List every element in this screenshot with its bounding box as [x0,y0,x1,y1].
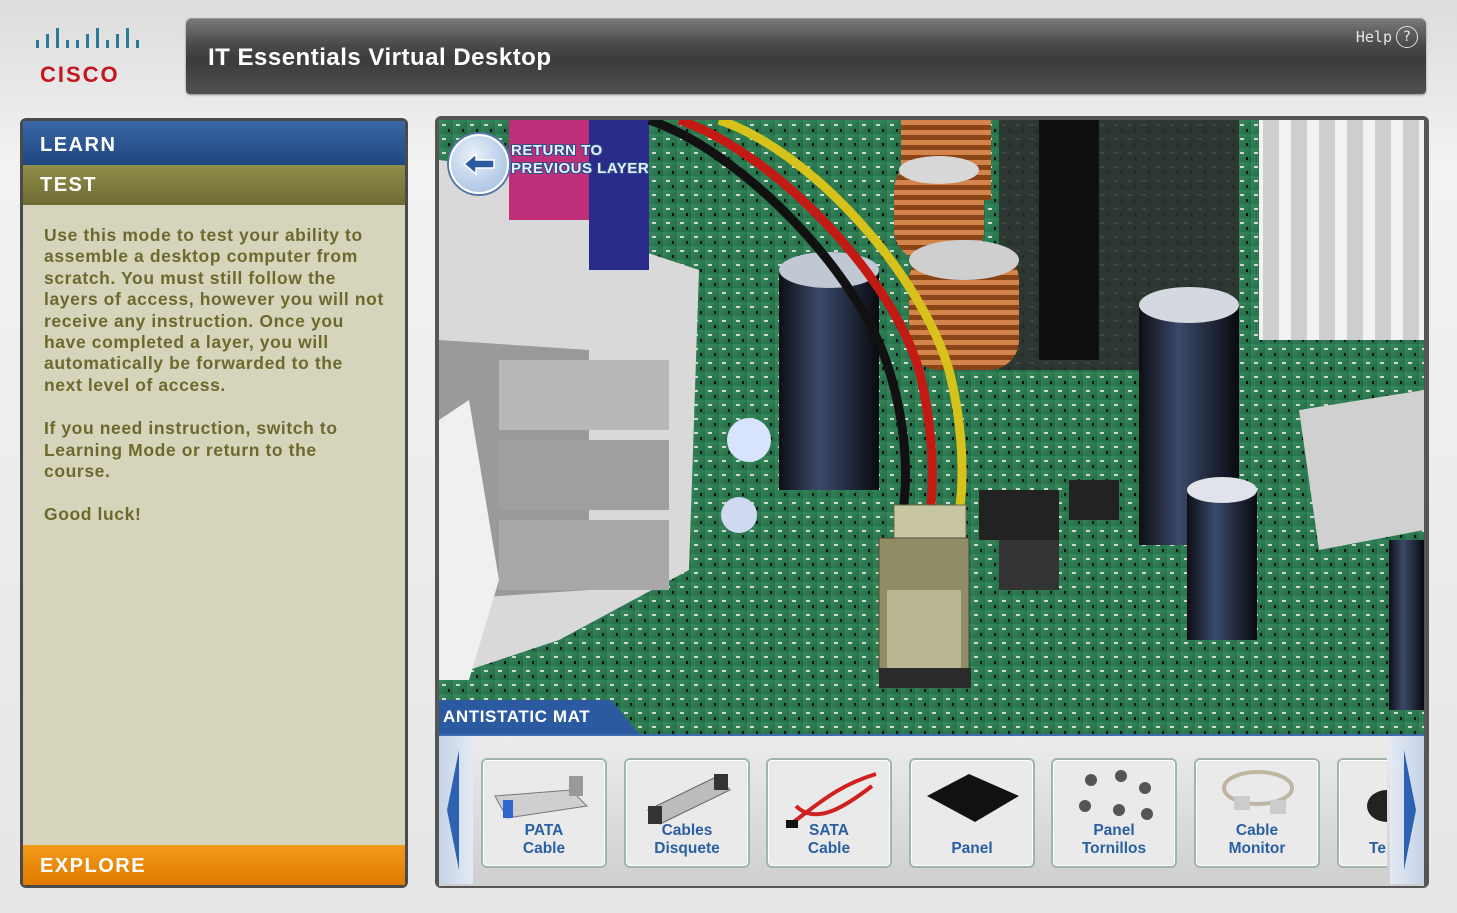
tray-item-label: Cable Monitor [1228,822,1286,857]
tray-item-label: PATA Cable [522,822,566,857]
tray-item-label: Cables Disquete [654,822,720,857]
help-label: Help [1355,28,1392,46]
tray-item-label: SATA Cable [807,822,851,857]
tray-item-label: Te [1369,840,1386,857]
tray-items: PATA Cable Cables Disquete SATA Cable Pa… [481,758,1387,868]
tray-item-label: Panel [951,840,993,857]
tray-scroll-right[interactable] [1390,736,1424,884]
help-button[interactable]: Help ? [1356,26,1418,48]
tray-item-keyboard[interactable]: Te [1337,758,1387,868]
mode-panel: LEARN TEST Use this mode to test your ab… [20,118,408,888]
description-paragraph: Use this mode to test your ability to as… [44,225,384,395]
chevron-left-icon [447,750,459,870]
back-arrow-icon [462,152,495,176]
test-mode-description: Use this mode to test your ability to as… [23,205,405,845]
tray-item-monitor-cable[interactable]: Cable Monitor [1194,758,1320,868]
app-title: IT Essentials Virtual Desktop [208,44,552,71]
tray-item-pata-cable[interactable]: PATA Cable [481,758,607,868]
help-icon: ? [1396,26,1418,48]
tray-scroll-left[interactable] [439,736,473,884]
tab-test[interactable]: TEST [23,165,405,205]
app-header: IT Essentials Virtual Desktop Help ? [186,18,1426,94]
cisco-bars-icon [36,28,139,48]
motherboard-scene[interactable]: RETURN TO PREVIOUS LAYER [439,120,1424,734]
tab-explore[interactable]: EXPLORE [23,845,405,885]
tray-item-label: Panel Tornillos [1081,822,1147,857]
tray-item-panel[interactable]: Panel [909,758,1035,868]
component-tray: PATA Cable Cables Disquete SATA Cable Pa… [439,734,1424,886]
keyboard-icon [1367,790,1387,822]
cisco-logo: CISCO [30,26,150,87]
tray-item-panel-screws[interactable]: Panel Tornillos [1051,758,1177,868]
return-label-line2: PREVIOUS LAYER [511,160,650,177]
return-button[interactable] [449,134,509,194]
tray-item-sata-cable[interactable]: SATA Cable [766,758,892,868]
description-paragraph: Good luck! [44,504,142,525]
cisco-wordmark: CISCO [40,62,120,87]
motherboard-image [439,120,1424,734]
scene-viewport: RETURN TO PREVIOUS LAYER ANTISTATIC MAT … [435,116,1429,888]
return-to-previous-layer-link[interactable]: RETURN TO PREVIOUS LAYER [511,142,671,178]
return-label-line1: RETURN TO [511,142,603,159]
tab-learn[interactable]: LEARN [23,121,405,165]
description-paragraph: If you need instruction, switch to Learn… [44,418,338,482]
chevron-right-icon [1404,750,1416,870]
tray-item-floppy-cable[interactable]: Cables Disquete [624,758,750,868]
location-label: ANTISTATIC MAT [439,700,639,734]
panel-icon [927,774,1019,822]
